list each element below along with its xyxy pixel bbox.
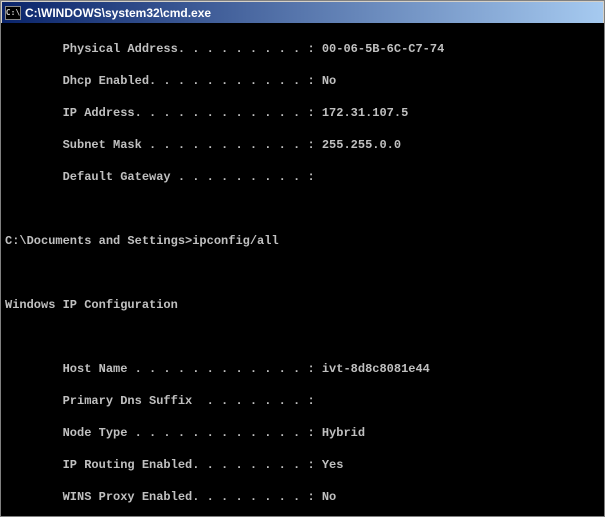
- hostname-label: Host Name . . . . . . . . . . . . :: [5, 362, 322, 376]
- hostname-value: ivt-8d8c8081e44: [322, 362, 430, 376]
- node-type-value: Hybrid: [322, 426, 365, 440]
- titlebar[interactable]: C:\ C:\WINDOWS\system32\cmd.exe: [1, 1, 604, 23]
- wins-value: No: [322, 490, 336, 504]
- dhcp-label: Dhcp Enabled. . . . . . . . . . . :: [5, 74, 322, 88]
- ip-label: IP Address. . . . . . . . . . . . :: [5, 106, 322, 120]
- mask-value: 255.255.0.0: [322, 138, 401, 152]
- routing-label: IP Routing Enabled. . . . . . . . :: [5, 458, 322, 472]
- console-output[interactable]: Physical Address. . . . . . . . . : 00-0…: [1, 23, 604, 516]
- ip-value: 172.31.107.5: [322, 106, 408, 120]
- dhcp-value: No: [322, 74, 336, 88]
- mask-label: Subnet Mask . . . . . . . . . . . :: [5, 138, 322, 152]
- cmd-icon: C:\: [5, 6, 21, 20]
- phys-addr-value: 00-06-5B-6C-C7-74: [322, 42, 444, 56]
- cmd-window: C:\ C:\WINDOWS\system32\cmd.exe Physical…: [0, 0, 605, 517]
- command-input[interactable]: ipconfig/all: [192, 234, 278, 248]
- routing-value: Yes: [322, 458, 344, 472]
- node-type-label: Node Type . . . . . . . . . . . . :: [5, 426, 322, 440]
- ipconfig-header: Windows IP Configuration: [5, 298, 178, 312]
- wins-label: WINS Proxy Enabled. . . . . . . . :: [5, 490, 322, 504]
- phys-addr-label: Physical Address. . . . . . . . . :: [5, 42, 322, 56]
- dns-suffix-label: Primary Dns Suffix . . . . . . . :: [5, 394, 315, 408]
- prompt: C:\Documents and Settings>: [5, 234, 192, 248]
- title-text: C:\WINDOWS\system32\cmd.exe: [25, 6, 211, 20]
- gateway-label: Default Gateway . . . . . . . . . :: [5, 170, 315, 184]
